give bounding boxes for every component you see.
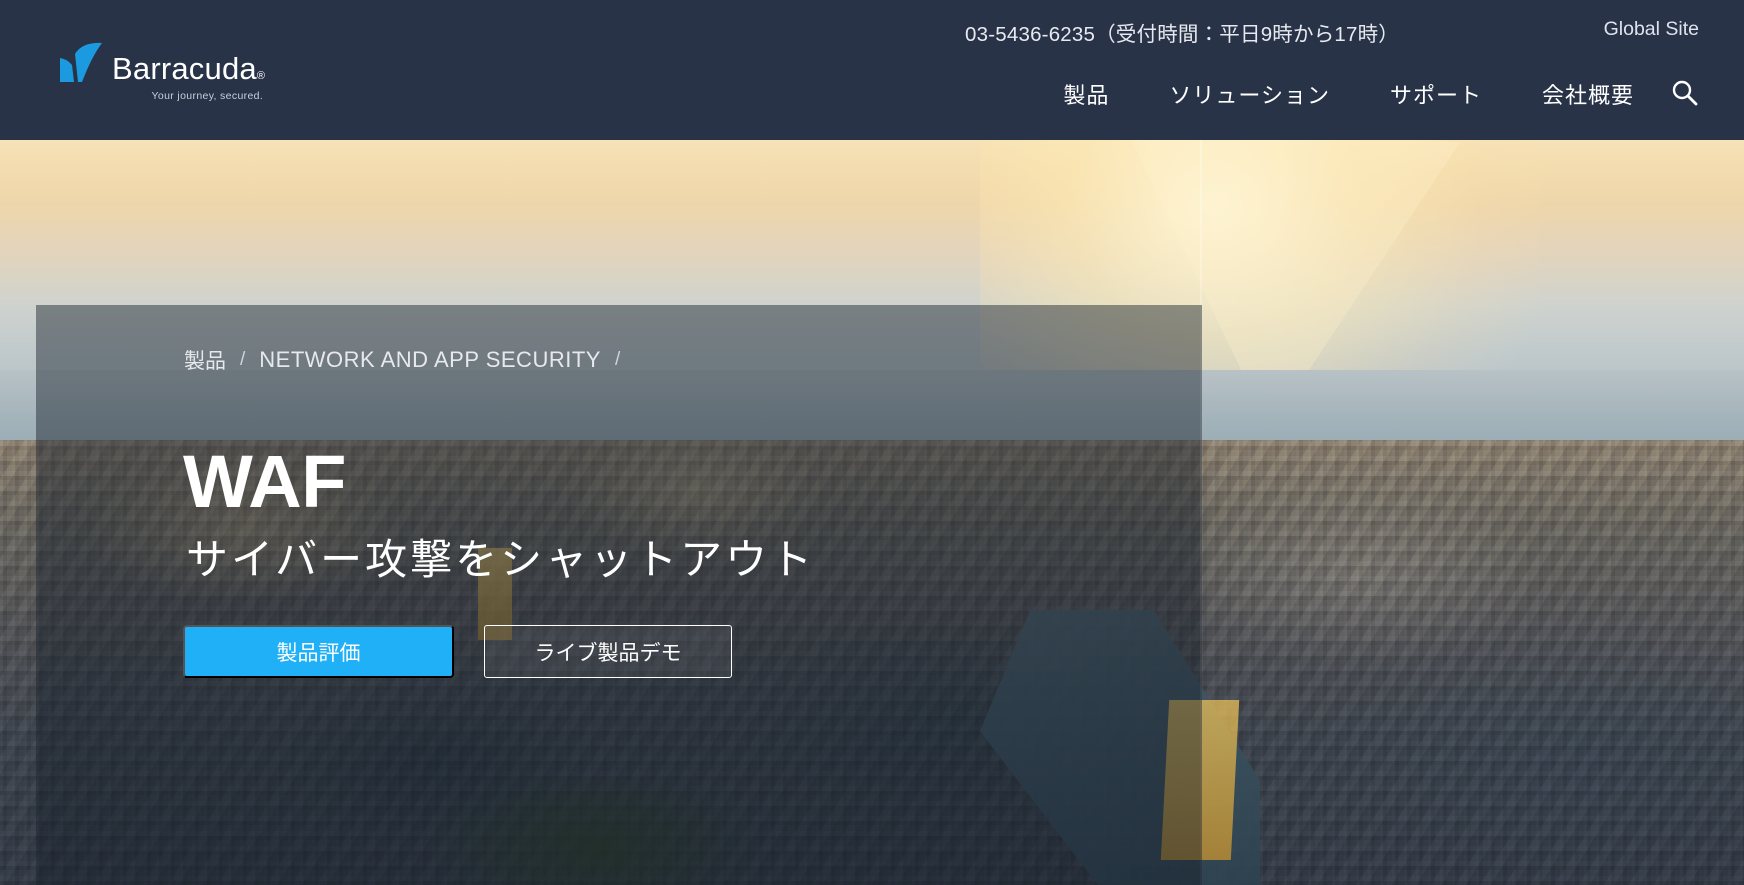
hero-banner: 製品 / NETWORK AND APP SECURITY / WAF サイバー… bbox=[0, 140, 1744, 885]
global-site-link[interactable]: Global Site bbox=[1604, 18, 1699, 41]
nav-item-support[interactable]: サポート bbox=[1390, 78, 1482, 110]
barracuda-logo[interactable]: Barracuda® Your journey, secured. bbox=[58, 42, 265, 102]
site-header: Barracuda® Your journey, secured. 03-543… bbox=[0, 0, 1744, 140]
breadcrumb-separator-2: / bbox=[614, 349, 621, 370]
brand-name: Barracuda® bbox=[112, 51, 266, 86]
page-subtitle: サイバー攻撃をシャットアウト bbox=[186, 536, 816, 583]
product-evaluation-button[interactable]: 製品評価 bbox=[183, 625, 454, 678]
hero-overlay-panel bbox=[36, 305, 1202, 885]
breadcrumb-separator-1: / bbox=[240, 349, 246, 370]
nav-item-products[interactable]: 製品 bbox=[1063, 78, 1109, 110]
breadcrumb-category[interactable]: NETWORK AND APP SECURITY bbox=[259, 347, 601, 373]
page-title: WAF bbox=[183, 440, 346, 523]
barracuda-fin-icon bbox=[58, 42, 104, 84]
breadcrumb: 製品 / NETWORK AND APP SECURITY / bbox=[184, 345, 620, 375]
contact-phone[interactable]: 03-5436-6235（受付時間：平日9時から17時） bbox=[965, 17, 1399, 47]
search-icon[interactable] bbox=[1669, 78, 1699, 108]
nav-item-solutions[interactable]: ソリューション bbox=[1169, 78, 1330, 110]
main-navigation: 製品 ソリューション サポート 会社概要 bbox=[1063, 78, 1634, 110]
cta-button-group: 製品評価 ライブ製品デモ bbox=[183, 625, 732, 678]
nav-item-company[interactable]: 会社概要 bbox=[1542, 78, 1634, 110]
logo-tagline: Your journey, secured. bbox=[151, 90, 264, 102]
breadcrumb-root[interactable]: 製品 bbox=[184, 345, 226, 375]
registered-mark: ® bbox=[256, 70, 266, 82]
live-demo-button[interactable]: ライブ製品デモ bbox=[484, 625, 732, 678]
